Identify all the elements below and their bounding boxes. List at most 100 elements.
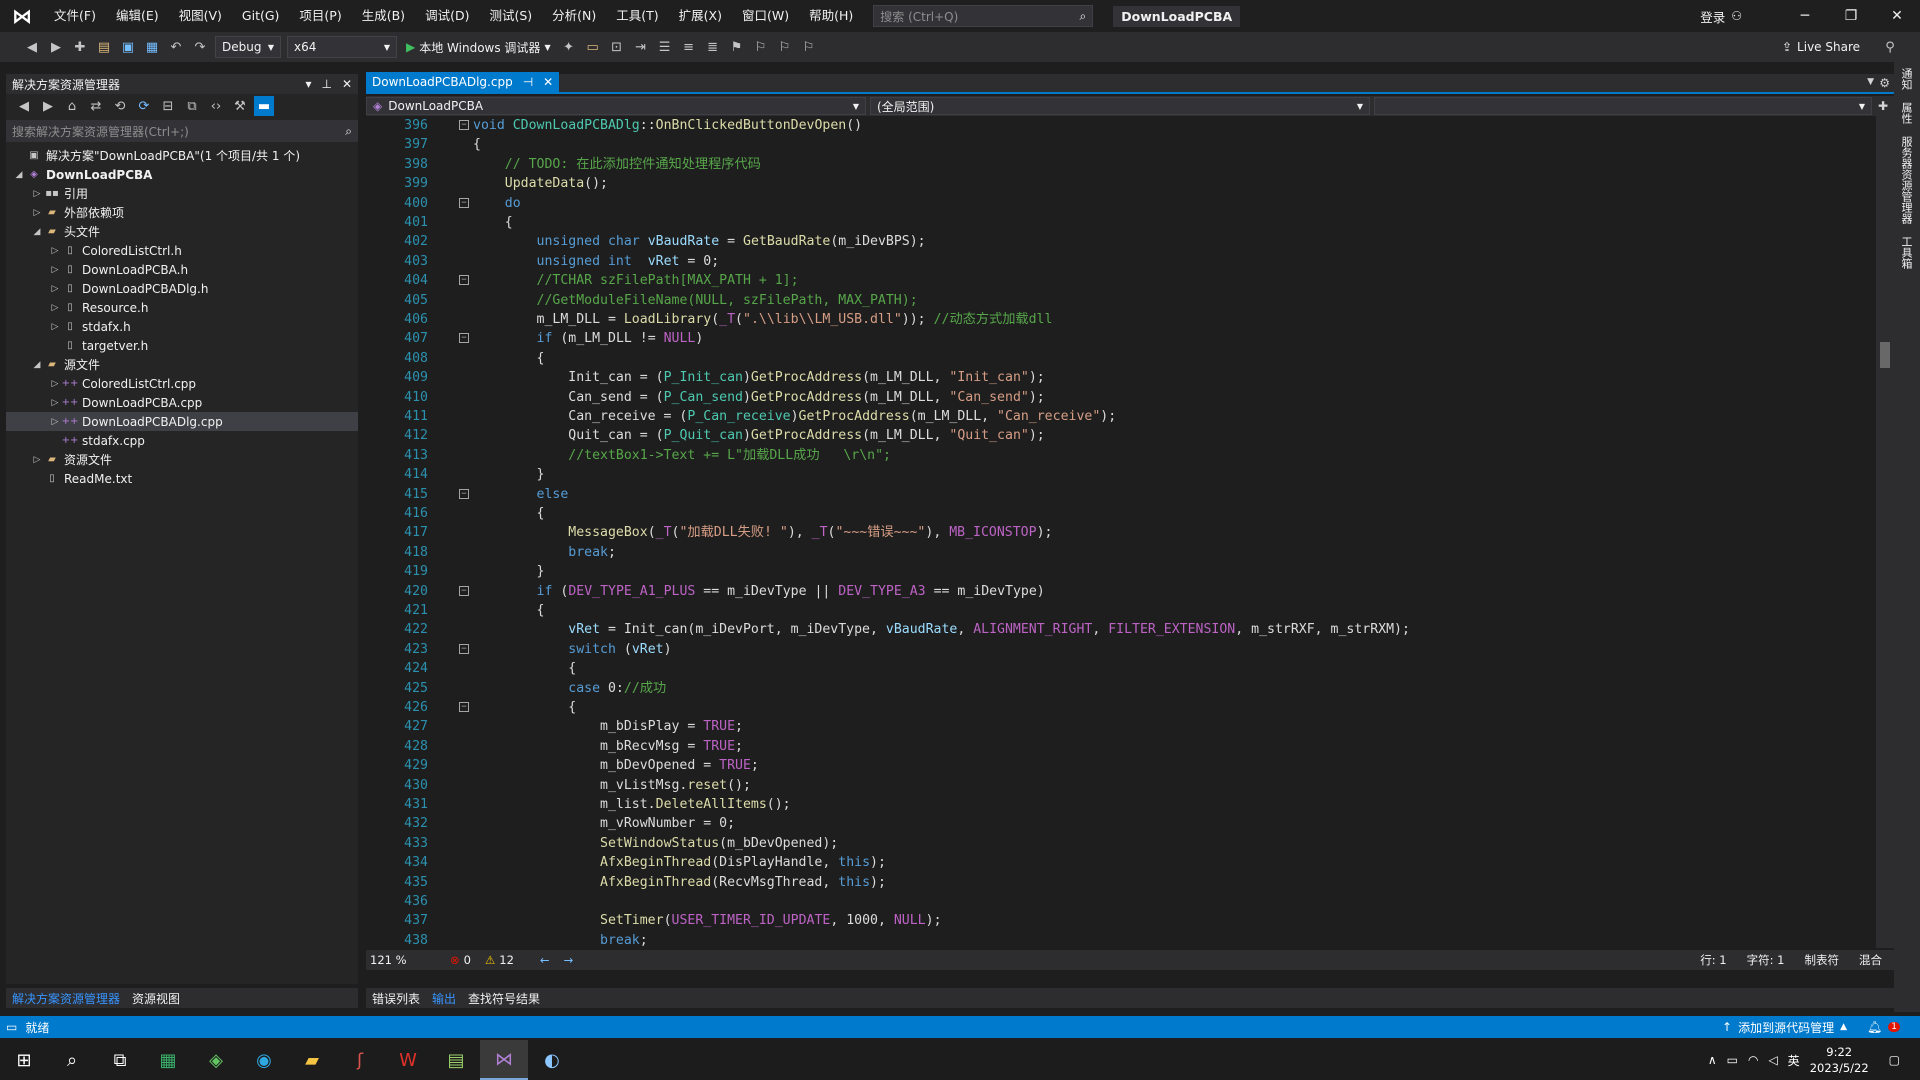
tree-item-file[interactable]: ▯ targetver.h [6,336,358,355]
tree-item-header-files[interactable]: ◢ ▰ 头文件 [6,222,358,241]
tree-item-file[interactable]: ▷ ++ ColoredListCtrl.cpp [6,374,358,393]
tray-overflow-icon[interactable]: ∧ [1708,1053,1717,1067]
collapse-arrow-icon[interactable]: ▷ [30,455,44,465]
tree-item-external-deps[interactable]: ▷ ▰ 外部依赖项 [6,203,358,222]
tree-item-file[interactable]: ++ stdafx.cpp [6,431,358,450]
tab-error-list[interactable]: 错误列表 [366,990,426,1007]
tree-item-solution[interactable]: ▣ 解决方案"DownLoadPCBA"(1 个项目/共 1 个) [6,146,358,165]
close-button[interactable]: ✕ [1874,8,1920,24]
menu-test[interactable]: 测试(S) [479,0,542,32]
menu-tools[interactable]: 工具(T) [606,0,668,32]
wifi-icon[interactable]: ◠ [1748,1053,1758,1067]
clear-bookmarks-icon[interactable]: ⚐ [799,37,819,57]
save-all-icon[interactable]: ▦ [142,37,162,57]
show-all-files-icon[interactable]: ⧉ [182,96,202,116]
collapse-icon[interactable]: − [459,488,469,499]
visual-studio-logo-icon[interactable]: ⋈ [0,0,44,32]
notepad-app-icon[interactable]: ▤ [432,1040,480,1080]
windows-start-icon[interactable]: ⊞ [0,1040,48,1080]
notification-bell-icon[interactable]: 🔔︎ [1867,1020,1882,1034]
expand-arrow-icon[interactable]: ◢ [12,170,26,180]
add-to-source-control-button[interactable]: 添加到源代码管理 [1738,1019,1834,1036]
next-bookmark-icon[interactable]: ⚐ [775,37,795,57]
comment-icon[interactable]: ≡ [679,37,699,57]
pin-icon[interactable]: ⊥ [321,77,331,91]
menu-view[interactable]: 视图(V) [169,0,232,32]
edge-browser-icon[interactable]: ◉ [240,1040,288,1080]
tab-notifications[interactable]: 通知 [1894,62,1918,96]
live-share-button[interactable]: ⇪ Live Share [1782,40,1860,54]
bookmark-icon[interactable]: ⚑ [727,37,747,57]
tree-item-project[interactable]: ◢ ◈ DownLoadPCBA [6,165,358,184]
uncomment-icon[interactable]: ≣ [703,37,723,57]
editor-tab-active[interactable]: DownLoadPCBADlg.cpp ⊣ ✕ [366,72,560,92]
expand-arrow-icon[interactable]: ◢ [30,360,44,370]
file-explorer-icon[interactable]: ▰ [288,1040,336,1080]
expand-arrow-icon[interactable]: ◢ [30,227,44,237]
collapse-icon[interactable]: − [459,275,469,286]
menu-debug[interactable]: 调试(D) [415,0,479,32]
collapse-icon[interactable]: − [459,120,469,130]
tab-output[interactable]: 输出 [426,990,462,1007]
signin-link[interactable]: 登录 [1700,7,1725,26]
restore-button[interactable]: ❐ [1828,8,1874,24]
char-indicator[interactable]: 字符: 1 [1747,952,1785,968]
search-icon[interactable]: ⌕ [48,1040,96,1080]
eol-mode-indicator[interactable]: 混合 [1859,952,1882,968]
vertical-scrollbar[interactable] [1876,116,1894,948]
collapse-arrow-icon[interactable]: ▷ [30,208,44,218]
collapse-arrow-icon[interactable]: ▷ [48,265,62,275]
solution-search-input[interactable]: 搜索解决方案资源管理器(Ctrl+;) ⌕ [6,120,358,142]
task-view-icon[interactable]: ⧉ [96,1040,144,1080]
collapse-icon[interactable]: − [459,585,469,596]
collapse-arrow-icon[interactable]: ▷ [48,303,62,313]
view-code-icon[interactable]: ‹› [206,96,226,116]
collapse-arrow-icon[interactable]: ▷ [48,398,62,408]
tree-item-file[interactable]: ▯ ReadMe.txt [6,469,358,488]
tree-item-file[interactable]: ▷ ▯ Resource.h [6,298,358,317]
tab-find-symbol-results[interactable]: 查找符号结果 [462,990,546,1007]
settings-gear-icon[interactable]: ⚙ [1879,76,1890,90]
feedback-icon[interactable]: ⚲ [1880,37,1900,57]
global-scope-select[interactable]: (全局范围) ▼ [870,97,1370,115]
switch-views-icon[interactable]: ⇄ [86,96,106,116]
tree-item-source-files[interactable]: ◢ ▰ 源文件 [6,355,358,374]
action-center-icon[interactable]: ▢ [1889,1053,1900,1067]
save-icon[interactable]: ▣ [118,37,138,57]
menu-help[interactable]: 帮助(H) [799,0,863,32]
tab-server-explorer[interactable]: 服务器资源管理器 [1894,130,1918,230]
back-icon[interactable]: ◀ [14,96,34,116]
ime-indicator[interactable]: 英 [1788,1052,1800,1069]
pending-changes-icon[interactable]: ⟲ [110,96,130,116]
network-app-icon[interactable]: ◐ [528,1040,576,1080]
collapse-icon[interactable]: − [459,643,469,654]
forward-icon[interactable]: ▶ [38,96,58,116]
preview-icon[interactable]: ▬ [254,96,274,116]
menu-file[interactable]: 文件(F) [44,0,106,32]
undo-icon[interactable]: ↶ [166,37,186,57]
fire-icon[interactable]: ✦ [559,37,579,57]
tree-item-references[interactable]: ▷ ▪▪ 引用 [6,184,358,203]
collapse-arrow-icon[interactable]: ▷ [48,246,62,256]
collapse-arrow-icon[interactable]: ▷ [48,322,62,332]
menu-window[interactable]: 窗口(W) [732,0,799,32]
start-debugging-button[interactable]: ▶ 本地 Windows 调试器 ▼ [406,39,551,56]
tree-item-file-selected[interactable]: ▷ ++ DownLoadPCBADlg.cpp [6,412,358,431]
wps-app-icon[interactable]: W [384,1040,432,1080]
collapse-icon[interactable]: − [459,333,469,344]
tree-item-file[interactable]: ▷ ▯ stdafx.h [6,317,358,336]
sync-icon[interactable]: ⟳ [134,96,154,116]
collapse-icon[interactable]: − [459,197,469,208]
warning-count[interactable]: 12 [499,953,514,967]
visual-studio-app-icon[interactable]: ⋈ [480,1040,528,1080]
new-project-icon[interactable]: ✚ [70,37,90,57]
pin-icon[interactable]: ⊣ [523,75,533,89]
screenshot-icon[interactable]: ⊡ [607,37,627,57]
panel-menu-icon[interactable]: ▾ [305,77,311,91]
home-icon[interactable]: ⌂ [62,96,82,116]
pen-app-icon[interactable]: ʃ [336,1040,384,1080]
collapse-arrow-icon[interactable]: ▷ [48,417,62,427]
tab-properties[interactable]: 属性 [1894,96,1918,130]
error-count[interactable]: 0 [464,953,471,967]
menu-git[interactable]: Git(G) [232,0,290,32]
